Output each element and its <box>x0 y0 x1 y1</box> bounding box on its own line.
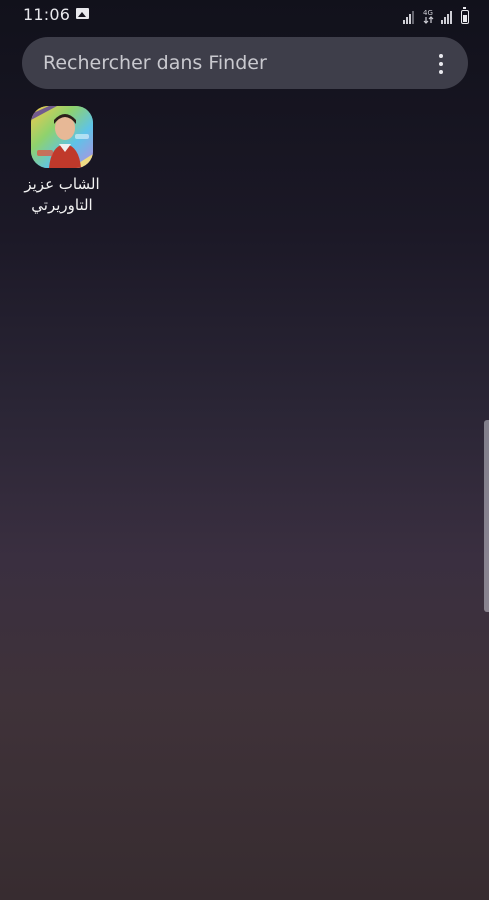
battery-icon <box>461 7 469 24</box>
status-bar: 11:06 4G <box>0 0 489 30</box>
search-placeholder[interactable]: Rechercher dans Finder <box>43 52 267 74</box>
signal-icon-2 <box>441 10 455 24</box>
status-time: 11:06 <box>23 5 71 24</box>
more-vertical-icon[interactable] <box>434 53 448 75</box>
app-label-line2: التاوريرتي <box>31 196 93 214</box>
search-bar[interactable]: Rechercher dans Finder <box>22 37 468 89</box>
status-icons: 4G <box>403 6 469 24</box>
svg-text:4G: 4G <box>423 9 433 17</box>
lte-icon: 4G <box>423 8 435 24</box>
app-label-line1: الشاب عزيز <box>24 175 100 193</box>
scroll-indicator[interactable] <box>484 420 489 612</box>
gallery-icon <box>76 8 89 19</box>
signal-icon <box>403 10 417 24</box>
app-label[interactable]: الشاب عزيز التاوريرتي <box>16 174 108 216</box>
app-icon[interactable] <box>31 106 93 168</box>
